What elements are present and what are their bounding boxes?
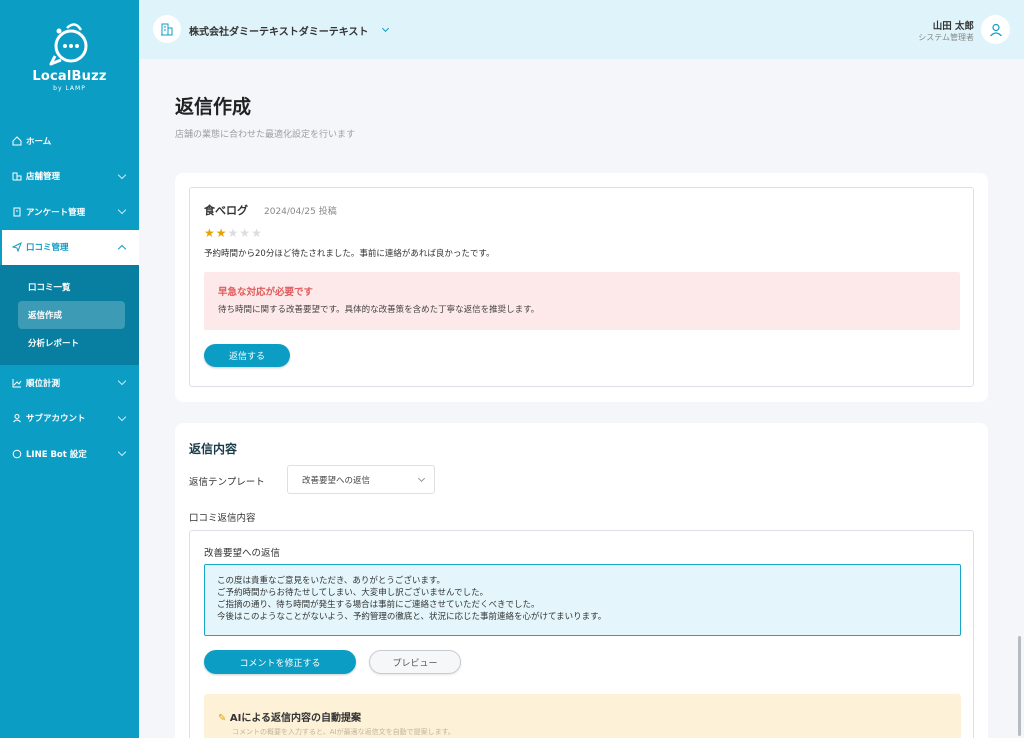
sidebar-item-reviews[interactable]: 口コミ管理: [0, 229, 139, 265]
chevron-down-icon: [417, 474, 426, 483]
sidebar-item-label: 口コミ管理: [26, 243, 69, 254]
chevron-down-icon: [117, 447, 127, 457]
sidebar-nav: ホーム 店舗管理 アンケート管理 口コミ管理 口コミ一覧 返信作成 分析レポート…: [0, 123, 139, 472]
store-icon: [11, 170, 23, 182]
chart-icon: [11, 377, 23, 389]
review-card: 食べログ 2024/04/25 投稿 ★★★★★ 予約時間から20分ほど待たされ…: [175, 173, 988, 402]
sidebar-item-label: 順位計測: [26, 378, 61, 389]
template-label: 返信テンプレート: [189, 477, 265, 488]
user-icon: [11, 412, 23, 424]
reply-line: ご指摘の通り、待ち時間が発生する場合は事前にご連絡させていただくべきでした。: [217, 600, 540, 610]
alert-text: 待ち時間に関する改善要望です。具体的な改善策を含めた丁寧な返信を推奨します。: [218, 305, 540, 315]
reply-textarea[interactable]: この度は貴重なご意見をいただき、ありがとうございます。 ご予約時間からお待たせし…: [204, 564, 961, 636]
sidebar: LocalBuzz by LAMP ホーム 店舗管理 アンケート管理 口コミ管理…: [0, 0, 139, 738]
reply-editor-panel: 改善要望への返信 この度は貴重なご意見をいただき、ありがとうございます。 ご予約…: [189, 530, 974, 738]
alert-title: 早急な対応が必要です: [218, 287, 314, 298]
sidebar-item-label: ホーム: [26, 136, 52, 147]
sidebar-subnav: 口コミ一覧 返信作成 分析レポート: [0, 265, 139, 365]
review-source: 食べログ: [204, 204, 248, 217]
subnav-item-reply-create[interactable]: 返信作成: [18, 301, 125, 329]
sidebar-item-label: LINE Bot 設定: [26, 449, 87, 460]
brand-logo[interactable]: LocalBuzz by LAMP: [0, 22, 139, 92]
top-header: 株式会社ダミーテキストダミーテキスト 山田 太郎 システム管理者: [139, 0, 1024, 59]
reply-button[interactable]: 返信する: [204, 344, 290, 367]
sidebar-item-home[interactable]: ホーム: [0, 123, 139, 159]
star-icon: ★: [239, 226, 252, 240]
chevron-down-icon[interactable]: [381, 24, 390, 33]
star-icon: ★: [204, 226, 216, 240]
company-selector[interactable]: 株式会社ダミーテキストダミーテキスト: [189, 23, 368, 38]
user-role: システム管理者: [918, 33, 974, 42]
star-icon: ★: [227, 226, 240, 240]
chat-icon: [11, 448, 23, 460]
edit-comment-button[interactable]: コメントを修正する: [204, 650, 356, 674]
review-detail: 食べログ 2024/04/25 投稿 ★★★★★ 予約時間から20分ほど待たされ…: [189, 187, 974, 387]
user-name: 山田 太郎: [932, 21, 974, 32]
sidebar-item-store[interactable]: 店舗管理: [0, 159, 139, 195]
home-icon: [11, 135, 23, 147]
preview-button[interactable]: プレビュー: [369, 650, 461, 674]
chevron-down-icon: [117, 412, 127, 421]
sidebar-item-label: アンケート管理: [26, 207, 86, 218]
template-selected-value: 改善要望への返信: [302, 475, 371, 486]
reply-content-label: 口コミ返信内容: [189, 513, 256, 524]
star-icon: ★: [215, 226, 228, 240]
brand-name: LocalBuzz: [32, 69, 107, 84]
ai-title-text: AIによる返信内容の自動提案: [229, 713, 362, 724]
survey-icon: [11, 206, 23, 218]
reply-line: この度は貴重なご意見をいただき、ありがとうございます。: [217, 576, 446, 586]
subnav-item-analysis-report[interactable]: 分析レポート: [18, 329, 125, 357]
sidebar-item-label: 店舗管理: [26, 172, 61, 183]
avatar[interactable]: [981, 15, 1010, 44]
logo-icon: [49, 23, 87, 66]
send-icon: [11, 241, 23, 253]
pencil-icon: ✎: [218, 713, 227, 724]
rating-stars: ★★★★★: [204, 226, 263, 240]
reply-line: 今後はこのようなことがないよう、予約管理の徹底と、状況に応じた事前連絡を心がけて…: [217, 612, 607, 622]
reply-line: ご予約時間からお待たせしてしまい、大変申し訳ございませんでした。: [217, 588, 489, 598]
reply-heading: 改善要望への返信: [204, 548, 281, 559]
ai-suggestion-box: ✎ AIによる返信内容の自動提案 コメントの概要を入力すると、AIが最適な返信文…: [204, 694, 961, 738]
sidebar-item-survey[interactable]: アンケート管理: [0, 194, 139, 230]
reply-card: 返信内容 返信テンプレート 改善要望への返信 口コミ返信内容 改善要望への返信 …: [175, 423, 988, 738]
user-icon: [989, 23, 1002, 36]
chevron-down-icon: [117, 170, 127, 179]
ai-title: ✎ AIによる返信内容の自動提案: [218, 709, 361, 724]
page-title: 返信作成: [175, 96, 252, 118]
scrollbar[interactable]: [1018, 636, 1021, 736]
chevron-down-icon: [117, 376, 127, 386]
brand-sub: by LAMP: [53, 85, 86, 92]
sidebar-item-label: サブアカウント: [26, 414, 86, 425]
alert-box: 早急な対応が必要です 待ち時間に関する改善要望です。具体的な改善策を含めた丁寧な…: [204, 272, 960, 330]
page-subtitle: 店舗の業態に合わせた最適化設定を行います: [175, 130, 356, 140]
chevron-up-icon: [117, 244, 127, 253]
review-text: 予約時間から20分ほど待たされました。事前に連絡があれば良かったです。: [204, 249, 495, 259]
building-icon: [153, 15, 181, 43]
ai-subtitle: コメントの概要を入力すると、AIが最適な返信文を自動で提案します。: [232, 728, 455, 736]
subnav-item-review-list[interactable]: 口コミ一覧: [18, 273, 125, 301]
template-select[interactable]: 改善要望への返信: [287, 465, 435, 494]
chevron-down-icon: [117, 205, 127, 215]
review-date: 2024/04/25 投稿: [264, 207, 337, 217]
sidebar-item-line-bot[interactable]: LINE Bot 設定: [0, 436, 139, 472]
sidebar-item-sub-account[interactable]: サブアカウント: [0, 401, 139, 437]
sidebar-item-ranking[interactable]: 順位計測: [0, 365, 139, 401]
section-title: 返信内容: [189, 442, 238, 456]
star-icon: ★: [251, 226, 263, 240]
